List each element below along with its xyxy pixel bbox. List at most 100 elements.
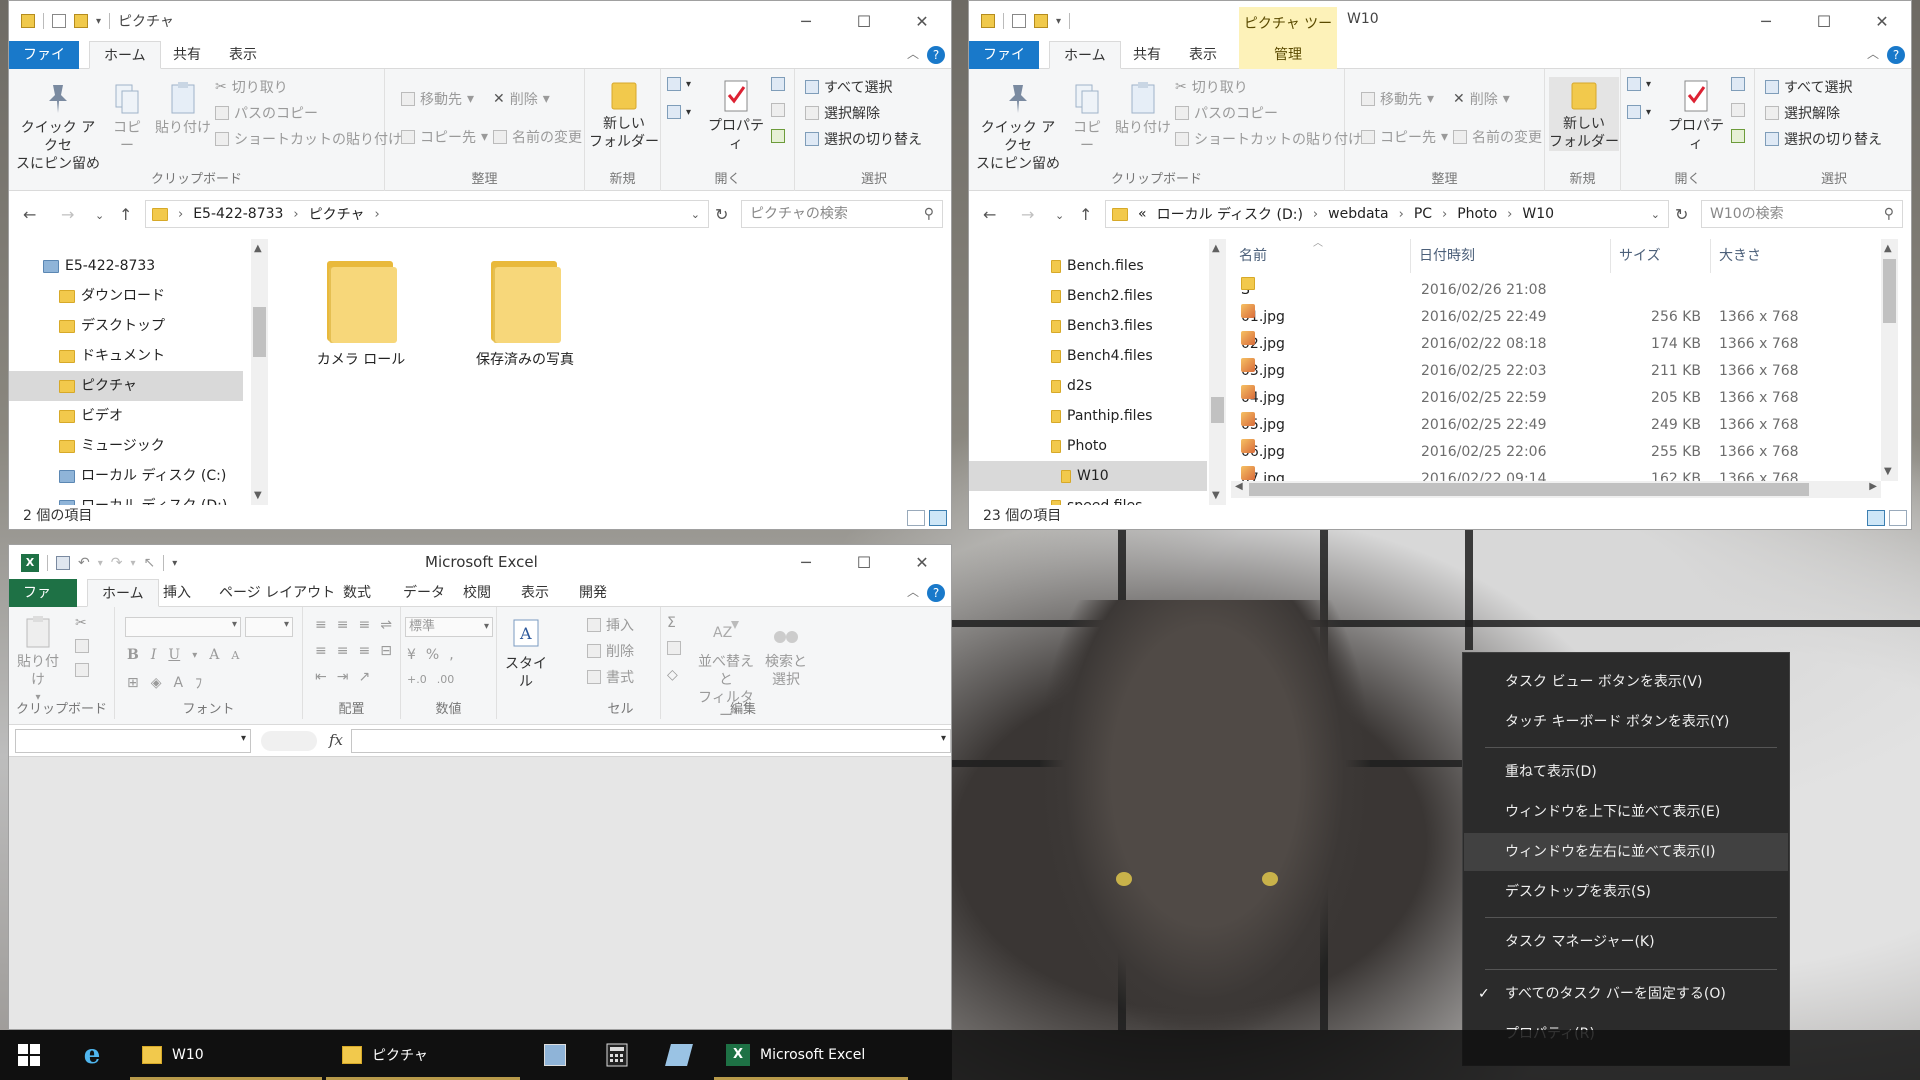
- cut-button[interactable]: ✂ 切り取り: [1175, 77, 1248, 97]
- select-all-button[interactable]: すべて選択: [1765, 77, 1852, 97]
- minimize-button[interactable]: ─: [777, 545, 835, 579]
- help-icon[interactable]: ?: [1887, 46, 1905, 64]
- name-box[interactable]: ▾: [15, 729, 251, 753]
- address-bar[interactable]: › E5-422-8733 › ピクチャ › ⌄: [145, 200, 709, 228]
- insert-cells-button[interactable]: 挿入: [587, 615, 634, 635]
- column-header-size[interactable]: サイズ: [1611, 239, 1711, 273]
- wrap-text-icon[interactable]: ⇌: [380, 617, 392, 633]
- rename-button[interactable]: 名前の変更: [493, 127, 582, 147]
- select-none-button[interactable]: 選択解除: [1765, 103, 1840, 123]
- nav-item[interactable]: W10: [969, 461, 1207, 491]
- scrollbar-thumb[interactable]: [253, 307, 266, 357]
- new-item-button[interactable]: ▾: [667, 77, 691, 91]
- paste-button[interactable]: 貼り付け: [1115, 81, 1171, 137]
- align-left-icon[interactable]: ≡: [315, 643, 327, 659]
- file-row[interactable]: 04.jpg 2016/02/25 22:59 205 KB 1366 x 768: [1231, 385, 1881, 412]
- file-row[interactable]: S 2016/02/26 21:08: [1231, 277, 1881, 304]
- pointer-icon[interactable]: ↖: [144, 555, 156, 571]
- back-button[interactable]: ←: [983, 205, 996, 224]
- file-row[interactable]: 01.jpg 2016/02/25 22:49 256 KB 1366 x 768: [1231, 304, 1881, 331]
- nav-scrollbar[interactable]: ▲ ▼: [1209, 239, 1226, 505]
- new-folder-icon[interactable]: [1034, 14, 1048, 28]
- align-right-icon[interactable]: ≡: [358, 643, 370, 659]
- close-button[interactable]: ✕: [893, 1, 951, 41]
- copy-to-button[interactable]: コピー先 ▾: [1361, 127, 1448, 147]
- large-icons-view-icon[interactable]: [929, 510, 947, 526]
- orientation-icon[interactable]: ↗: [358, 669, 370, 685]
- column-header-dimensions[interactable]: 大きさ: [1711, 239, 1881, 273]
- forward-button[interactable]: →: [1021, 205, 1034, 224]
- delete-cells-button[interactable]: 削除: [587, 641, 634, 661]
- nav-item[interactable]: d2s: [969, 371, 1207, 401]
- collapse-ribbon-icon[interactable]: ︿: [1867, 45, 1879, 62]
- nav-item[interactable]: デスクトップ: [9, 311, 243, 341]
- minimize-button[interactable]: ─: [777, 1, 835, 41]
- refresh-button[interactable]: ↻: [715, 205, 728, 224]
- format-cells-button[interactable]: 書式: [587, 667, 634, 687]
- tab-insert[interactable]: 挿入: [149, 579, 205, 607]
- address-bar[interactable]: « ローカル ディスク (D:) › webdata › PC › Photo …: [1105, 200, 1669, 228]
- formula-input[interactable]: ▾: [351, 729, 951, 753]
- select-all-button[interactable]: すべて選択: [805, 77, 892, 97]
- qat-dropdown-icon[interactable]: ▾: [96, 16, 101, 27]
- taskbar-item-ie[interactable]: e: [68, 1030, 116, 1080]
- menu-item-cascade[interactable]: 重ねて表示(D): [1464, 753, 1788, 791]
- align-center-icon[interactable]: ≡: [337, 643, 349, 659]
- chevron-down-icon[interactable]: ▾: [98, 558, 103, 569]
- scroll-down-icon[interactable]: ▼: [1212, 490, 1220, 501]
- qat-dropdown-icon[interactable]: ▾: [1056, 16, 1061, 27]
- currency-icon[interactable]: ¥: [407, 647, 416, 663]
- help-icon[interactable]: ?: [927, 584, 945, 602]
- breadcrumb-item[interactable]: W10: [1522, 206, 1554, 222]
- scrollbar-thumb[interactable]: [1883, 259, 1896, 323]
- column-header-name[interactable]: 名前 ︿: [1231, 239, 1411, 273]
- files-hscrollbar[interactable]: ◀ ▶: [1231, 481, 1881, 498]
- close-button[interactable]: ✕: [893, 545, 951, 579]
- large-icons-view-icon[interactable]: [1889, 510, 1907, 526]
- properties-icon[interactable]: [52, 14, 66, 28]
- back-button[interactable]: ←: [23, 205, 36, 224]
- scroll-up-icon[interactable]: ▲: [254, 243, 262, 254]
- menu-item-task-manager[interactable]: タスク マネージャー(K): [1464, 923, 1788, 961]
- menu-item-side-by-side[interactable]: ウィンドウを左右に並べて表示(I): [1464, 833, 1788, 871]
- recent-dropdown-icon[interactable]: ⌄: [1055, 209, 1064, 222]
- file-row[interactable]: 02.jpg 2016/02/22 08:18 174 KB 1366 x 768: [1231, 331, 1881, 358]
- tab-file[interactable]: ファイル: [9, 41, 79, 91]
- new-folder-icon[interactable]: [74, 14, 88, 28]
- pin-quick-access-button[interactable]: クイック アクセ スにピン留め: [15, 81, 101, 173]
- nav-item[interactable]: ミュージック: [9, 431, 243, 461]
- breadcrumb-item[interactable]: Photo: [1457, 206, 1497, 222]
- up-button[interactable]: ↑: [119, 205, 132, 224]
- taskbar-item-w10[interactable]: W10: [130, 1030, 322, 1080]
- select-none-button[interactable]: 選択解除: [805, 103, 880, 123]
- delete-button[interactable]: ✕ 削除 ▾: [493, 89, 550, 109]
- autosum-button[interactable]: Σ: [667, 615, 676, 631]
- styles-button[interactable]: A スタイル: [501, 617, 551, 691]
- folder-item[interactable]: カメラ ロール: [301, 257, 421, 369]
- menu-item-stack[interactable]: ウィンドウを上下に並べて表示(E): [1464, 793, 1788, 831]
- invert-selection-button[interactable]: 選択の切り替え: [1765, 129, 1882, 149]
- delete-button[interactable]: ✕ 削除 ▾: [1453, 89, 1510, 109]
- invert-selection-button[interactable]: 選択の切り替え: [805, 129, 922, 149]
- maximize-button[interactable]: ☐: [835, 545, 893, 579]
- underline-icon[interactable]: U: [168, 647, 180, 663]
- taskbar-item-pictures[interactable]: ピクチャ: [326, 1030, 520, 1080]
- paste-button[interactable]: 貼り付け: [155, 81, 211, 137]
- refresh-button[interactable]: ↻: [1675, 205, 1688, 224]
- tab-share[interactable]: 共有: [1119, 41, 1175, 69]
- breadcrumb-item[interactable]: ピクチャ: [309, 204, 365, 224]
- copy-button[interactable]: [75, 639, 89, 653]
- font-color-icon[interactable]: A: [174, 675, 184, 691]
- scroll-down-icon[interactable]: ▼: [1884, 466, 1892, 477]
- breadcrumb-overflow[interactable]: «: [1138, 206, 1147, 222]
- increase-indent-icon[interactable]: ⇥: [337, 669, 349, 685]
- paste-button[interactable]: 貼り付け ▾: [13, 615, 63, 707]
- scroll-down-icon[interactable]: ▼: [254, 490, 262, 501]
- edit-button[interactable]: [1731, 103, 1745, 117]
- breadcrumb-item[interactable]: webdata: [1328, 206, 1388, 222]
- recent-dropdown-icon[interactable]: ⌄: [95, 209, 104, 222]
- bold-icon[interactable]: B: [127, 647, 139, 663]
- collapse-ribbon-icon[interactable]: ︿: [907, 45, 919, 62]
- chevron-down-icon[interactable]: ▾: [131, 558, 136, 569]
- close-button[interactable]: ✕: [1853, 1, 1911, 41]
